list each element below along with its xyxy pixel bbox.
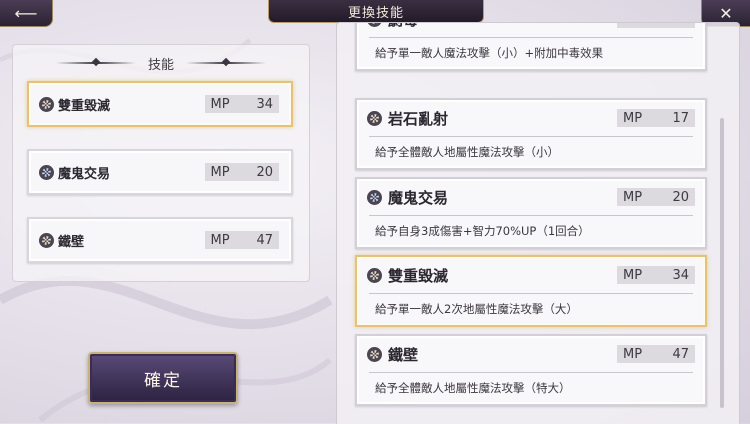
mp-label: MP [623, 189, 643, 205]
skill-list[interactable]: 劇毒 MP 14 給予單一敵人魔法攻擊（小）+附加中毒效果 岩石亂射 MP 17… [336, 22, 740, 424]
dark-rune-icon [367, 189, 382, 205]
back-button[interactable]: ⟵ [0, 0, 53, 27]
confirm-label: 確定 [144, 370, 182, 391]
equipped-skills-panel: 技能 雙重毀滅 MP 34 魔鬼交易 MP 20 鐵壁 MP 47 [12, 44, 310, 282]
mp-cost: MP 20 [204, 163, 279, 181]
mp-cost: MP 47 [617, 345, 695, 363]
mp-value: 47 [672, 346, 689, 362]
mp-value: 34 [256, 96, 273, 112]
equipped-slot[interactable]: 雙重毀滅 MP 34 [27, 81, 293, 127]
page-title: 更換技能 [268, 0, 484, 23]
mp-label: MP [623, 346, 643, 362]
skill-name: 岩石亂射 [388, 109, 449, 128]
confirm-button[interactable]: 確定 [88, 352, 238, 404]
mp-value: 34 [672, 267, 689, 283]
mp-cost: MP 17 [617, 109, 695, 127]
mp-label: MP [210, 164, 230, 180]
skill-description: 給予全體敵人地屬性魔法攻擊（特大） [375, 381, 571, 395]
mp-label: MP [210, 96, 230, 112]
light-rune-icon [39, 96, 54, 112]
ornament-left [55, 62, 136, 64]
mp-label: MP [623, 110, 643, 126]
skill-description: 給予自身3成傷害+智力70%UP（1回合） [375, 224, 590, 238]
dark-rune-icon [39, 164, 54, 180]
divider [369, 293, 693, 294]
skill-card[interactable]: 鐵壁 MP 47 給予全體敵人地屬性魔法攻擊（特大） [355, 334, 707, 406]
light-rune-icon [367, 267, 382, 283]
mp-cost: MP 20 [617, 188, 695, 206]
skill-card[interactable]: 岩石亂射 MP 17 給予全體敵人地屬性魔法攻擊（小） [355, 98, 707, 170]
mp-cost: MP 34 [204, 95, 279, 113]
skill-name: 鐵壁 [388, 345, 419, 364]
mp-cost: MP 14 [617, 23, 695, 28]
slot-skill-name: 鐵壁 [58, 234, 85, 250]
divider [369, 372, 693, 373]
skill-card[interactable]: 魔鬼交易 MP 20 給予自身3成傷害+智力70%UP（1回合） [355, 177, 707, 249]
equipped-slot[interactable]: 鐵壁 MP 47 [27, 217, 293, 263]
mp-value: 20 [672, 189, 689, 205]
panel-header: 技能 [13, 53, 309, 73]
scrollbar[interactable] [720, 118, 724, 408]
mp-cost: MP 47 [204, 231, 279, 249]
mp-label: MP [623, 267, 643, 283]
skill-description: 給予全體敵人地屬性魔法攻擊（小） [375, 145, 559, 159]
skill-name: 魔鬼交易 [388, 188, 449, 207]
skill-card[interactable]: 雙重毀滅 MP 34 給予單一敵人2次地屬性魔法攻擊（大） [355, 255, 707, 327]
divider [369, 37, 693, 38]
skill-description: 給予單一敵人2次地屬性魔法攻擊（大） [375, 302, 578, 316]
skill-name: 雙重毀滅 [388, 266, 449, 285]
mp-label: MP [210, 232, 230, 248]
mp-value: 47 [256, 232, 273, 248]
mp-value: 17 [672, 110, 689, 126]
light-rune-icon [367, 346, 382, 362]
divider [369, 215, 693, 216]
close-icon: ✕ [719, 3, 733, 23]
skill-name: 劇毒 [388, 23, 418, 30]
mp-label: MP [623, 23, 642, 27]
light-rune-icon [367, 110, 382, 126]
equipped-slot[interactable]: 魔鬼交易 MP 20 [27, 149, 293, 195]
slot-skill-name: 魔鬼交易 [58, 166, 111, 182]
mp-cost: MP 34 [617, 266, 695, 284]
dark-rune-icon [367, 23, 382, 27]
divider [369, 136, 693, 137]
light-rune-icon [39, 232, 54, 248]
mp-value: 20 [256, 164, 273, 180]
back-arrow-icon: ⟵ [14, 3, 38, 23]
ornament-right [186, 62, 266, 64]
panel-heading: 技能 [147, 57, 174, 73]
skill-card[interactable]: 劇毒 MP 14 給予單一敵人魔法攻擊（小）+附加中毒效果 [355, 23, 707, 71]
slot-skill-name: 雙重毀滅 [58, 98, 111, 114]
mp-value: 14 [672, 23, 689, 27]
skill-description: 給予單一敵人魔法攻擊（小）+附加中毒效果 [375, 46, 604, 60]
